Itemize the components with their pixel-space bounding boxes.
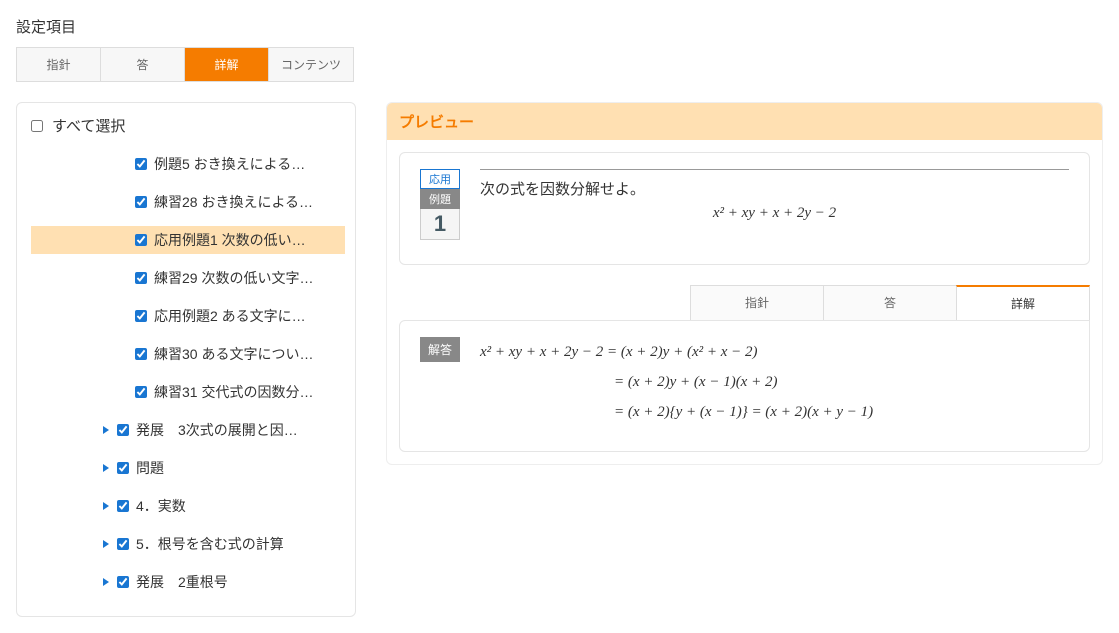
caret-icon[interactable] — [103, 540, 109, 548]
sub-tab-2[interactable]: 詳解 — [956, 285, 1090, 320]
tree-leaf[interactable]: 練習30 ある文字につい… — [31, 340, 345, 368]
caret-icon[interactable] — [103, 426, 109, 434]
answer-badge: 解答 — [420, 337, 460, 362]
badge-num: 1 — [420, 209, 460, 240]
problem-card: 応用 例題 1 次の式を因数分解せよ。 x² + xy + x + 2y − 2 — [399, 152, 1090, 265]
tree-label: 応用例題2 ある文字に… — [154, 306, 306, 326]
tree-leaf[interactable]: 応用例題1 次数の低い… — [31, 226, 345, 254]
badge-top: 応用 — [420, 169, 460, 189]
select-all-checkbox[interactable] — [31, 120, 43, 132]
tree-items: 例題5 おき換えによる… 練習28 おき換えによる… 応用例題1 次数の低い… 練習2… — [27, 150, 345, 596]
tree-leaf[interactable]: 応用例題2 ある文字に… — [31, 302, 345, 330]
tree-leaf[interactable]: 練習28 おき換えによる… — [31, 188, 345, 216]
tree-branch[interactable]: 4．実数 — [31, 492, 345, 520]
sub-tab-1[interactable]: 答 — [823, 285, 957, 320]
tree-label: 練習29 次数の低い文字… — [154, 268, 313, 288]
caret-icon[interactable] — [103, 464, 109, 472]
problem-statement: 次の式を因数分解せよ。 — [480, 178, 1069, 199]
tree-checkbox[interactable] — [135, 234, 147, 246]
answer-line: x² + xy + x + 2y − 2 = (x + 2)y + (x² + … — [480, 337, 873, 367]
tree-checkbox[interactable] — [135, 272, 147, 284]
tree-label: 5．根号を含む式の計算 — [136, 534, 284, 554]
tree-label: 例題5 おき換えによる… — [154, 154, 305, 174]
problem-badge: 応用 例題 1 — [420, 169, 460, 240]
tree-checkbox[interactable] — [135, 310, 147, 322]
tree-leaf[interactable]: 練習31 交代式の因数分… — [31, 378, 345, 406]
tree-label: 練習31 交代式の因数分… — [154, 382, 313, 402]
sub-tab-0[interactable]: 指針 — [690, 285, 824, 320]
preview-header: プレビュー — [387, 103, 1102, 140]
tree-branch[interactable]: 5．根号を含む式の計算 — [31, 530, 345, 558]
tree-label: 発展 2重根号 — [136, 572, 228, 592]
badge-mid: 例題 — [420, 189, 460, 209]
top-tab-1[interactable]: 答 — [101, 48, 185, 81]
top-tab-2[interactable]: 詳解 — [185, 48, 269, 81]
tree-branch[interactable]: 問題 — [31, 454, 345, 482]
caret-icon[interactable] — [103, 502, 109, 510]
tree-checkbox[interactable] — [117, 538, 129, 550]
caret-icon[interactable] — [103, 578, 109, 586]
tree-checkbox[interactable] — [135, 196, 147, 208]
tree-label: 4．実数 — [136, 496, 186, 516]
tree-checkbox[interactable] — [135, 348, 147, 360]
tree-checkbox[interactable] — [135, 386, 147, 398]
answer-line: = (x + 2){y + (x − 1)} = (x + 2)(x + y −… — [480, 397, 873, 427]
tree-label: 練習30 ある文字につい… — [154, 344, 313, 364]
tree-branch[interactable]: 発展 2重根号 — [31, 568, 345, 596]
answer-card: 解答 x² + xy + x + 2y − 2 = (x + 2)y + (x²… — [399, 320, 1090, 452]
tree-label: 応用例題1 次数の低い… — [154, 230, 306, 250]
select-all-label: すべて選択 — [52, 115, 125, 136]
section-title: 設定項目 — [16, 16, 1103, 37]
tree-leaf[interactable]: 例題5 おき換えによる… — [31, 150, 345, 178]
select-all-row[interactable]: すべて選択 — [27, 115, 345, 136]
top-tabs: 指針答詳解コンテンツ — [16, 47, 354, 82]
tree-branch[interactable]: 発展 3次式の展開と因… — [31, 416, 345, 444]
answer-line: = (x + 2)y + (x − 1)(x + 2) — [480, 367, 873, 397]
tree-leaf[interactable]: 練習29 次数の低い文字… — [31, 264, 345, 292]
answer-lines: x² + xy + x + 2y − 2 = (x + 2)y + (x² + … — [480, 337, 873, 427]
tree-checkbox[interactable] — [135, 158, 147, 170]
top-tab-0[interactable]: 指針 — [17, 48, 101, 81]
tree-label: 練習28 おき換えによる… — [154, 192, 313, 212]
tree-checkbox[interactable] — [117, 576, 129, 588]
sub-tabs: 指針答詳解 — [399, 285, 1090, 320]
tree-label: 発展 3次式の展開と因… — [136, 420, 298, 440]
tree-label: 問題 — [136, 458, 164, 478]
top-tab-3[interactable]: コンテンツ — [269, 48, 353, 81]
tree-checkbox[interactable] — [117, 500, 129, 512]
problem-expression: x² + xy + x + 2y − 2 — [480, 205, 1069, 222]
tree-panel: すべて選択 例題5 おき換えによる… 練習28 おき換えによる… 応用例題1 次数の… — [16, 102, 356, 617]
tree-checkbox[interactable] — [117, 424, 129, 436]
preview-panel: プレビュー 応用 例題 1 次の式を因数分解せよ。 x² + xy + x + … — [386, 102, 1103, 465]
tree-checkbox[interactable] — [117, 462, 129, 474]
